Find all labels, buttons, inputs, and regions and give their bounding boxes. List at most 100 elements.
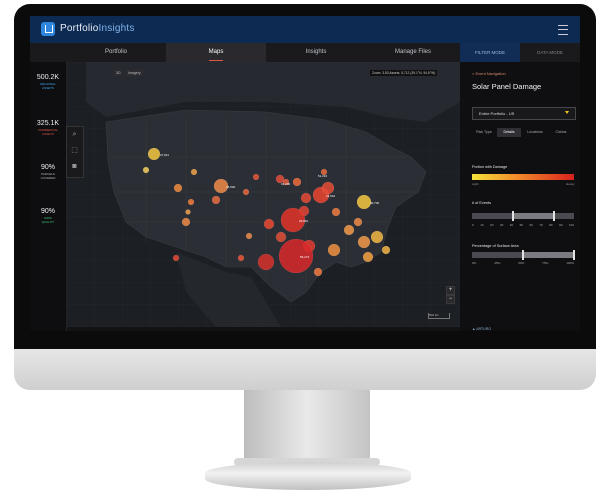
damage-bubble[interactable] (173, 183, 183, 193)
damage-bubble[interactable] (357, 235, 371, 249)
portfolio-select[interactable]: Entire Portfolio - US (472, 107, 576, 120)
stat-value: 325.1K (36, 120, 60, 127)
damage-bubble[interactable] (252, 173, 260, 181)
surface-max-handle[interactable] (573, 250, 575, 260)
subtab-risk-type[interactable]: Risk Type (472, 128, 496, 137)
events-min-handle[interactable] (511, 211, 514, 221)
tick-label: 60 (529, 223, 533, 227)
damage-bubble[interactable] (263, 218, 275, 230)
damage-bubble[interactable] (257, 253, 275, 271)
damage-bubble[interactable] (242, 188, 250, 196)
map-imagery-toggle[interactable]: Imagery (126, 70, 143, 76)
subtab-details[interactable]: Details (497, 128, 521, 137)
damage-bubble[interactable] (142, 166, 150, 174)
bubble-value-label: 31,200 (281, 182, 291, 186)
tab-maps[interactable]: Maps (166, 43, 266, 62)
house-logo-icon (41, 22, 55, 36)
tick-label: 25% (494, 261, 501, 265)
damage-bubble[interactable] (237, 254, 245, 262)
damage-bubble[interactable] (211, 195, 221, 205)
camera-icon[interactable]: ◙ (70, 162, 79, 171)
tick-label: 10 (480, 223, 484, 227)
tab-insights[interactable]: Insights (266, 43, 366, 62)
zoom-in-button[interactable]: + (446, 286, 455, 295)
monitor-chin (14, 349, 596, 390)
damage-bubble[interactable] (356, 194, 372, 210)
damage-bubble[interactable] (292, 177, 302, 187)
filter-panel: < Event Navigation Solar Panel Damage En… (460, 62, 580, 331)
top-bar: PortfolioInsights (30, 16, 580, 43)
stat-data-quality: 90% DATA QUALITY (30, 208, 66, 224)
subtab-claims[interactable]: Claims (549, 128, 573, 137)
events-range-slider[interactable] (472, 211, 574, 221)
bubble-value-label: 30,730 (370, 201, 380, 205)
stat-parcels-covered: 90% PARCELS COVERED (30, 164, 66, 180)
surface-range-fill (523, 252, 574, 258)
tab-portfolio[interactable]: Portfolio (66, 43, 166, 62)
map-coordinate-readout: Zoom: 3.83 Assets: 5,712 (39.1°N, 94.6°W… (370, 70, 438, 76)
main-nav: Portfolio Maps Insights Manage Files FIL… (30, 43, 580, 63)
tab-manage-files[interactable]: Manage Files (366, 43, 460, 62)
events-max-handle[interactable] (552, 211, 555, 221)
tick-label: 30 (499, 223, 504, 227)
zoom-out-button[interactable]: − (446, 295, 455, 304)
surface-area-label: Percentage of Surface Area (472, 244, 519, 248)
map-3d-toggle[interactable]: 3D (114, 70, 123, 76)
tick-label: 0% (472, 261, 477, 265)
filter-mode-toggle[interactable]: FILTER MODE (460, 43, 520, 62)
surface-min-handle[interactable] (522, 250, 524, 260)
brand-title[interactable]: PortfolioInsights (60, 23, 135, 34)
damage-bubble[interactable] (370, 230, 384, 244)
stat-label: REGIONAL ASSETS (40, 82, 56, 90)
damage-bubble[interactable] (185, 209, 191, 215)
data-mode-toggle[interactable]: DATA MODE (520, 43, 580, 62)
hamburger-menu-icon[interactable] (558, 25, 568, 35)
arturo-logo-icon: ▲ (472, 327, 476, 331)
damage-bubble[interactable] (147, 147, 161, 161)
damage-bubble[interactable] (327, 243, 341, 257)
select-area-icon[interactable]: ⬚ (70, 146, 79, 155)
tick-label: 100 (568, 223, 574, 227)
damage-bubble[interactable] (190, 168, 198, 176)
bubble-value-label: 46,520 (226, 185, 236, 189)
events-range-fill (512, 213, 554, 219)
map-scale-label: 500 km (429, 313, 439, 317)
tick-label: 20 (490, 223, 494, 227)
damage-bubble[interactable] (343, 224, 355, 236)
footer-brand: ▲ ARTURO (472, 327, 491, 331)
surface-ticks: 0% 25% 50% 75% 100% (472, 261, 574, 265)
damage-bubble[interactable] (331, 207, 341, 217)
back-link[interactable]: < Event Navigation (472, 71, 506, 76)
bubble-value-label: 29,810 (299, 219, 309, 223)
damage-bubble[interactable] (245, 232, 253, 240)
stat-commercial-assets: 325.1K COMMERCIAL ASSETS (30, 120, 66, 136)
damage-bubble[interactable] (353, 217, 363, 227)
bubble-value-label: 56,274 (300, 255, 310, 259)
stat-label: PARCELS COVERED (40, 172, 56, 180)
stat-value: 500.2K (36, 74, 60, 81)
legend-low-label: Light (472, 182, 479, 186)
tick-label: 0 (472, 223, 474, 227)
damage-bubble[interactable] (187, 198, 195, 206)
tick-label: 80 (549, 223, 553, 227)
subtab-locations[interactable]: Locations (523, 128, 547, 137)
map-view[interactable]: 27,911 46,520 31,200 21,510 30,730 29,810 56,2… (66, 62, 460, 327)
damage-bubble[interactable] (172, 254, 180, 262)
monitor-stand-base (205, 462, 411, 490)
damage-bubble[interactable] (181, 217, 191, 227)
tick-label: 40 (509, 223, 514, 227)
damage-bubble[interactable] (321, 181, 335, 195)
damage-bubble[interactable] (313, 267, 323, 277)
stat-value: 90% (40, 208, 55, 215)
surface-area-slider[interactable] (472, 250, 575, 260)
damage-bubble[interactable] (275, 231, 287, 243)
damage-bubble[interactable] (381, 245, 391, 255)
damage-color-legend (472, 174, 574, 180)
damage-bubble[interactable] (300, 192, 312, 204)
stat-label: DATA QUALITY (41, 216, 55, 224)
footer-brand-text: ARTURO (476, 327, 491, 331)
zoom-search-icon[interactable]: ⌕ (70, 130, 79, 139)
damage-bubble[interactable] (362, 251, 374, 263)
events-ticks: 0 10 20 30 40 50 60 70 80 90 100 (472, 223, 574, 227)
tick-label: 90 (559, 223, 563, 227)
